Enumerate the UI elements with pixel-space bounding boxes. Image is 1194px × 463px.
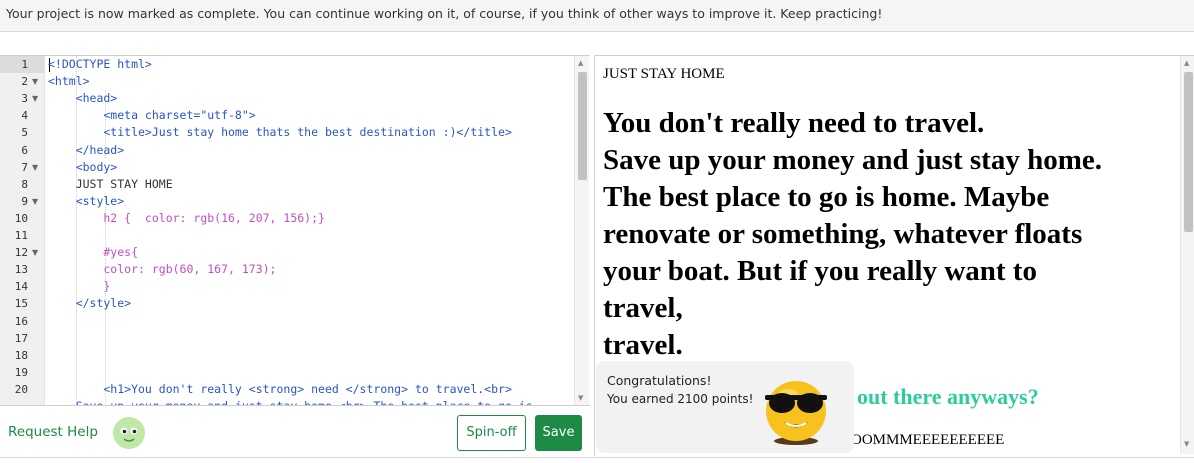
code-line[interactable]: </style> xyxy=(48,295,131,312)
code-line[interactable]: #yes{ xyxy=(48,244,138,261)
code-editor[interactable]: 1 2 3 4 5 6 7 8 9 10 11 12 13 14 15 16 1… xyxy=(0,55,590,406)
line-number: 20 xyxy=(14,382,28,396)
scroll-up-icon[interactable]: ▲ xyxy=(578,59,583,67)
banner-message: Your project is now marked as complete. … xyxy=(6,6,883,21)
heading-line: your boat. But if you really want to xyxy=(603,255,1037,287)
scroll-down-icon[interactable]: ▼ xyxy=(1184,440,1189,448)
completion-banner: Your project is now marked as complete. … xyxy=(0,0,1194,32)
code-line[interactable]: <h1>You don't really <strong> need </str… xyxy=(48,381,512,398)
line-number: 3 xyxy=(21,92,28,106)
code-line[interactable]: <title>Just stay home thats the best des… xyxy=(48,124,512,141)
line-number: 18 xyxy=(14,348,28,362)
scroll-up-icon[interactable]: ▲ xyxy=(1184,59,1189,67)
code-area[interactable]: <!DOCTYPE html> <html> <head> <meta char… xyxy=(48,56,570,406)
code-line[interactable]: <html> xyxy=(48,73,90,90)
line-number: 4 xyxy=(21,109,28,123)
code-line[interactable]: color: rgb(60, 167, 173); xyxy=(48,261,276,278)
line-number: 2 xyxy=(21,75,28,89)
code-line[interactable]: </head> xyxy=(48,142,124,159)
fold-toggle-icon[interactable]: ▼ xyxy=(32,159,38,176)
line-number: 5 xyxy=(21,126,28,140)
line-number: 6 xyxy=(21,143,28,157)
line-number-gutter: 1 2 3 4 5 6 7 8 9 10 11 12 13 14 15 16 1… xyxy=(0,56,45,406)
code-line[interactable]: <style> xyxy=(48,193,124,210)
code-line[interactable]: JUST STAY HOME xyxy=(48,176,173,193)
line-number: 7 xyxy=(21,160,28,174)
line-number: 9 xyxy=(21,194,28,208)
toast-title: Congratulations! xyxy=(607,373,712,388)
preview-small-text: OOMMMEEEEEEEEEE xyxy=(851,432,1005,448)
fold-toggle-icon[interactable]: ▼ xyxy=(32,193,38,210)
fold-toggle-icon[interactable]: ▼ xyxy=(32,73,38,90)
editor-action-bar: Request Help Spin-off Save xyxy=(0,405,590,458)
preview-heading: You don't really need to travel. Save up… xyxy=(603,105,1175,364)
line-number: 11 xyxy=(14,229,28,242)
preview-subheading: out there anyways? xyxy=(857,384,1039,409)
line-number: 15 xyxy=(14,297,28,311)
line-number: 14 xyxy=(14,280,28,294)
save-button[interactable]: Save xyxy=(535,415,582,451)
line-number: 12 xyxy=(14,246,28,260)
heading-line: Save up your money and just stay home. xyxy=(603,144,1102,176)
code-line[interactable]: h2 { color: rgb(16, 207, 156);} xyxy=(48,210,325,227)
heading-line: renovate or something, whatever floats xyxy=(603,218,1083,250)
bottom-divider xyxy=(0,457,1194,463)
code-line[interactable]: <!DOCTYPE html> xyxy=(48,56,152,73)
line-number: 19 xyxy=(14,365,28,379)
heading-line: The best place to go is home. Maybe xyxy=(603,181,1050,213)
heading-line: travel. xyxy=(603,329,683,361)
scroll-down-icon[interactable]: ▼ xyxy=(578,394,583,402)
mascot-sunglasses-icon xyxy=(765,381,827,445)
preview-scroll-thumb[interactable] xyxy=(1184,72,1193,232)
preview-scrollbar[interactable]: ▲ ▼ xyxy=(1180,56,1194,454)
request-help-link[interactable]: Request Help xyxy=(8,424,98,440)
line-number: 16 xyxy=(14,314,28,328)
heading-line: You don't really need to travel. xyxy=(603,107,985,139)
preview-plain-text: JUST STAY HOME xyxy=(603,66,725,82)
code-line[interactable]: } xyxy=(48,278,110,295)
spacer xyxy=(0,32,1194,54)
fold-toggle-icon[interactable]: ▼ xyxy=(32,244,38,261)
toast-body: You earned 2100 points! xyxy=(607,392,754,406)
editor-scroll-thumb[interactable] xyxy=(578,72,587,180)
spin-off-button[interactable]: Spin-off xyxy=(457,415,526,451)
line-number: 17 xyxy=(14,331,28,345)
heading-line: travel, xyxy=(603,292,683,324)
line-number: 13 xyxy=(14,263,28,277)
fold-toggle-icon[interactable]: ▼ xyxy=(32,90,38,107)
code-line[interactable]: <head> xyxy=(48,90,118,107)
points-toast: Congratulations! You earned 2100 points! xyxy=(596,361,854,453)
line-number: 1 xyxy=(21,58,28,71)
code-line[interactable]: <body> xyxy=(48,159,118,176)
line-number: 10 xyxy=(14,211,28,225)
line-number: 8 xyxy=(21,177,28,191)
editor-scrollbar[interactable]: ▲ ▼ xyxy=(574,56,589,406)
code-line[interactable]: <meta charset="utf-8"> xyxy=(48,107,255,124)
help-avatar-icon[interactable] xyxy=(112,416,146,450)
